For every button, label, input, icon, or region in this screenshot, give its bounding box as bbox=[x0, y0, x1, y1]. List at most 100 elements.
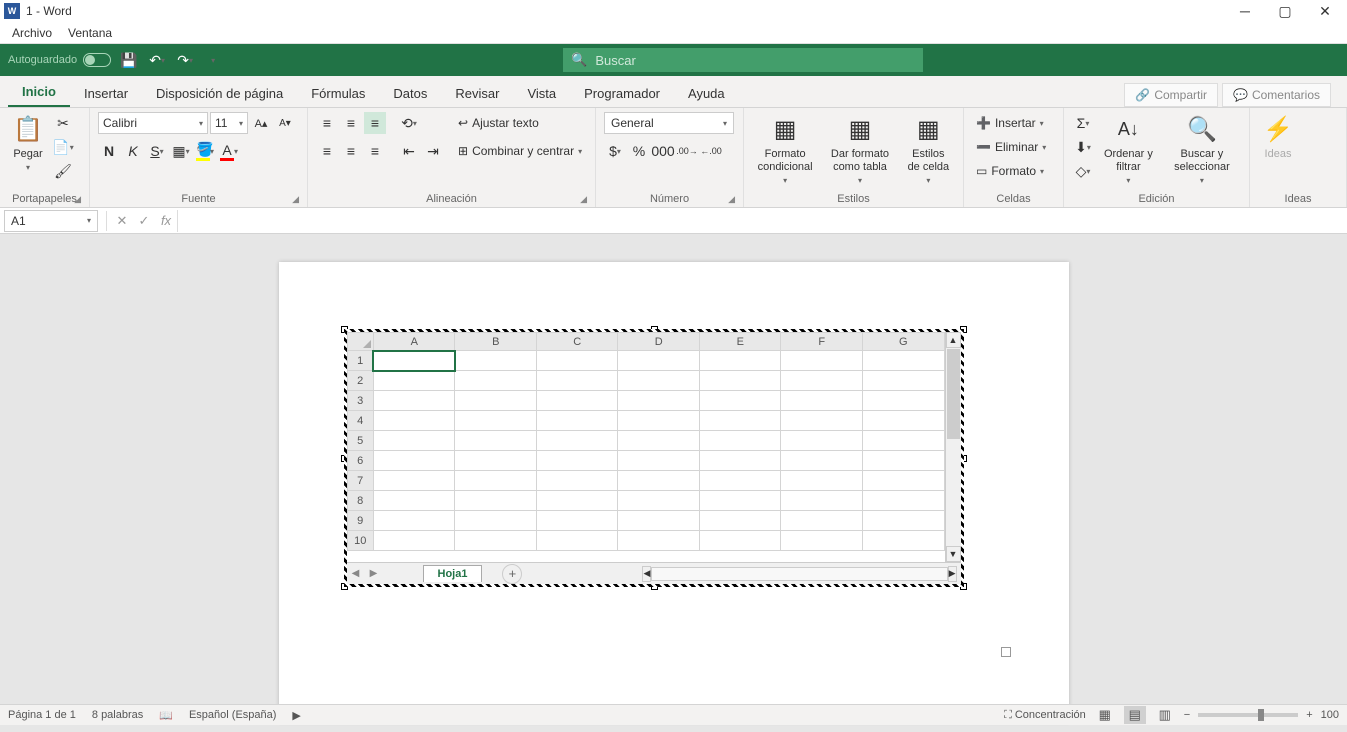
cell-styles-button[interactable]: ▦Estilos de celda▾ bbox=[902, 112, 955, 188]
fill-color-button[interactable]: 🪣▾ bbox=[194, 140, 216, 162]
cell[interactable] bbox=[618, 491, 700, 511]
sheet-nav-next[interactable]: ▶ bbox=[365, 565, 383, 583]
scroll-up-icon[interactable]: ▲ bbox=[946, 332, 961, 348]
find-select-button[interactable]: 🔍Buscar y seleccionar▾ bbox=[1163, 112, 1241, 188]
align-left-button[interactable]: ≡ bbox=[316, 140, 338, 162]
scroll-left-icon[interactable]: ◀ bbox=[642, 566, 651, 582]
zoom-slider[interactable] bbox=[1198, 713, 1298, 717]
cell[interactable] bbox=[699, 351, 781, 371]
autosum-button[interactable]: Σ▾ bbox=[1072, 112, 1094, 134]
increase-font-button[interactable]: A▴ bbox=[250, 112, 272, 134]
borders-button[interactable]: ▦▾ bbox=[170, 140, 192, 162]
cell[interactable] bbox=[536, 371, 618, 391]
scroll-track[interactable] bbox=[651, 567, 947, 581]
macro-icon[interactable]: ▶ bbox=[292, 709, 300, 722]
decrease-decimal-button[interactable]: ←.00 bbox=[700, 140, 722, 162]
row-header[interactable]: 1 bbox=[347, 351, 373, 371]
cell[interactable] bbox=[536, 511, 618, 531]
decrease-indent-button[interactable]: ⇤ bbox=[398, 140, 420, 162]
cell[interactable] bbox=[455, 531, 537, 551]
comma-button[interactable]: 000 bbox=[652, 140, 674, 162]
cell[interactable] bbox=[536, 391, 618, 411]
tab-inicio[interactable]: Inicio bbox=[8, 78, 70, 107]
share-button[interactable]: 🔗 Compartir bbox=[1124, 83, 1218, 107]
paste-button[interactable]: 📋 Pegar▾ bbox=[8, 112, 48, 175]
percent-button[interactable]: % bbox=[628, 140, 650, 162]
cell[interactable] bbox=[373, 511, 455, 531]
number-format-select[interactable]: General▾ bbox=[604, 112, 734, 134]
save-icon[interactable]: 💾 bbox=[119, 50, 139, 70]
conditional-format-button[interactable]: ▦Formato condicional▾ bbox=[752, 112, 818, 188]
tab-ayuda[interactable]: Ayuda bbox=[674, 80, 739, 107]
cell[interactable] bbox=[781, 491, 863, 511]
cell[interactable] bbox=[455, 411, 537, 431]
cell[interactable] bbox=[455, 371, 537, 391]
cell[interactable] bbox=[781, 391, 863, 411]
fill-button[interactable]: ⬇▾ bbox=[1072, 136, 1094, 158]
cell[interactable] bbox=[536, 491, 618, 511]
orientation-button[interactable]: ⟲▾ bbox=[398, 112, 420, 134]
align-right-button[interactable]: ≡ bbox=[364, 140, 386, 162]
cell[interactable] bbox=[618, 531, 700, 551]
align-bottom-button[interactable]: ≡ bbox=[364, 112, 386, 134]
row-header[interactable]: 5 bbox=[347, 431, 373, 451]
cell[interactable] bbox=[699, 391, 781, 411]
cell[interactable] bbox=[455, 351, 537, 371]
copy-button[interactable]: 📄▾ bbox=[52, 136, 74, 158]
cell[interactable] bbox=[699, 471, 781, 491]
cell[interactable] bbox=[455, 491, 537, 511]
undo-icon[interactable]: ↶▾ bbox=[147, 50, 167, 70]
menu-archivo[interactable]: Archivo bbox=[4, 24, 60, 42]
cancel-formula-icon[interactable]: ✕ bbox=[111, 210, 133, 232]
cell[interactable] bbox=[781, 371, 863, 391]
insert-cells-button[interactable]: ➕Insertar▾ bbox=[972, 112, 1048, 134]
page-status[interactable]: Página 1 de 1 bbox=[8, 709, 76, 721]
cell[interactable] bbox=[536, 471, 618, 491]
merge-center-button[interactable]: ⊞Combinar y centrar▾ bbox=[454, 140, 586, 162]
increase-decimal-button[interactable]: .00→ bbox=[676, 140, 698, 162]
launcher-icon[interactable]: ◢ bbox=[74, 194, 81, 205]
focus-mode-button[interactable]: ⛶ Concentración bbox=[1004, 709, 1086, 722]
cell[interactable] bbox=[699, 451, 781, 471]
name-box[interactable]: A1▾ bbox=[4, 210, 98, 232]
cut-button[interactable]: ✂ bbox=[52, 112, 74, 134]
cell[interactable] bbox=[618, 411, 700, 431]
print-layout-button[interactable]: ▤ bbox=[1124, 706, 1146, 724]
cell[interactable] bbox=[699, 531, 781, 551]
cell[interactable] bbox=[536, 351, 618, 371]
cell-a1[interactable] bbox=[373, 351, 455, 371]
underline-button[interactable]: S▾ bbox=[146, 140, 168, 162]
cell[interactable] bbox=[455, 511, 537, 531]
column-header[interactable]: G bbox=[862, 333, 944, 351]
font-size-input[interactable]: 11▾ bbox=[210, 112, 248, 134]
cell[interactable] bbox=[618, 431, 700, 451]
tab-formulas[interactable]: Fórmulas bbox=[297, 80, 379, 107]
comments-button[interactable]: 💬 Comentarios bbox=[1222, 83, 1331, 107]
cell[interactable] bbox=[455, 431, 537, 451]
cell[interactable] bbox=[536, 451, 618, 471]
cell[interactable] bbox=[781, 471, 863, 491]
sort-filter-button[interactable]: A↓Ordenar y filtrar▾ bbox=[1098, 112, 1159, 188]
zoom-level[interactable]: 100 bbox=[1321, 709, 1339, 721]
cell[interactable] bbox=[699, 511, 781, 531]
currency-button[interactable]: $▾ bbox=[604, 140, 626, 162]
cell[interactable] bbox=[862, 491, 944, 511]
cell[interactable] bbox=[618, 351, 700, 371]
cell[interactable] bbox=[862, 531, 944, 551]
cell[interactable] bbox=[699, 411, 781, 431]
cell[interactable] bbox=[862, 471, 944, 491]
redo-icon[interactable]: ↷▾ bbox=[175, 50, 195, 70]
scroll-thumb[interactable] bbox=[947, 349, 960, 439]
column-header[interactable]: D bbox=[618, 333, 700, 351]
cell[interactable] bbox=[373, 371, 455, 391]
sheet-nav-prev[interactable]: ◀ bbox=[347, 565, 365, 583]
cell[interactable] bbox=[455, 471, 537, 491]
cell[interactable] bbox=[781, 351, 863, 371]
wrap-text-button[interactable]: ↩Ajustar texto bbox=[454, 112, 586, 134]
ideas-button[interactable]: ⚡Ideas bbox=[1258, 112, 1298, 163]
row-header[interactable]: 2 bbox=[347, 371, 373, 391]
cell[interactable] bbox=[618, 511, 700, 531]
cell[interactable] bbox=[862, 351, 944, 371]
cell[interactable] bbox=[373, 491, 455, 511]
scroll-right-icon[interactable]: ▶ bbox=[948, 566, 957, 582]
